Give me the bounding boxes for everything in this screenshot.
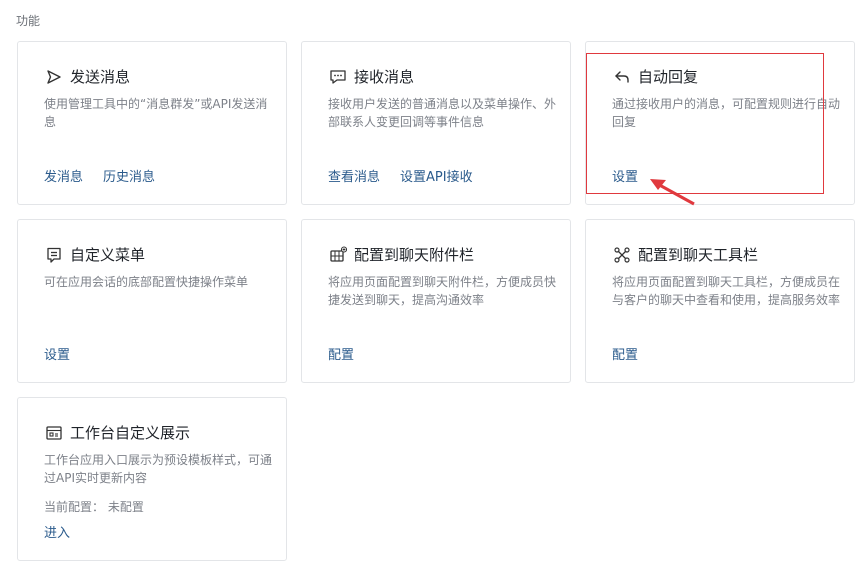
card-description: 将应用页面配置到聊天附件栏，方便成员快捷发送到聊天，提高沟通效率 <box>328 275 557 307</box>
menu-icon <box>44 245 64 265</box>
card-description: 使用管理工具中的“消息群发”或API发送消息 <box>44 97 268 129</box>
workbench-enter-link[interactable]: 进入 <box>44 522 70 541</box>
message-history-link[interactable]: 历史消息 <box>103 166 155 185</box>
card-custom-menu: 自定义菜单 可在应用会话的底部配置快捷操作菜单 设置 <box>17 219 287 383</box>
card-title: 发送消息 <box>70 68 131 86</box>
highlight-box <box>586 53 824 194</box>
card-send-message: 发送消息 使用管理工具中的“消息群发”或API发送消息 发消息 历史消息 <box>17 41 287 205</box>
card-title: 配置到聊天附件栏 <box>354 246 475 264</box>
card-title: 配置到聊天工具栏 <box>638 246 759 264</box>
custom-menu-settings-link[interactable]: 设置 <box>44 344 70 363</box>
workbench-icon <box>44 423 64 443</box>
card-description: 工作台应用入口展示为预设模板样式，可通过API实时更新内容 <box>44 453 273 485</box>
card-workbench-custom-display: 工作台自定义展示 工作台应用入口展示为预设模板样式，可通过API实时更新内容 当… <box>17 397 287 561</box>
card-description: 将应用页面配置到聊天工具栏，方便成员在与客户的聊天中查看和使用，提高服务效率 <box>612 275 841 307</box>
set-api-receive-link[interactable]: 设置API接收 <box>400 166 473 185</box>
toolbar-icon <box>612 245 632 265</box>
card-title: 自定义菜单 <box>70 246 146 264</box>
toolbar-configure-link[interactable]: 配置 <box>612 344 638 363</box>
card-receive-message: 接收消息 接收用户发送的普通消息以及菜单操作、外部联系人变更回调等事件信息 查看… <box>301 41 571 205</box>
send-message-link[interactable]: 发消息 <box>44 166 83 185</box>
card-title: 工作台自定义展示 <box>70 424 191 442</box>
annotation-arrow-icon <box>650 179 695 206</box>
card-chat-attachment-bar: 配置到聊天附件栏 将应用页面配置到聊天附件栏，方便成员快捷发送到聊天，提高沟通效… <box>301 219 571 383</box>
section-title: 功能 <box>16 14 41 28</box>
card-title: 接收消息 <box>354 68 415 86</box>
card-description: 接收用户发送的普通消息以及菜单操作、外部联系人变更回调等事件信息 <box>328 97 557 129</box>
attachment-grid-icon <box>328 245 348 265</box>
card-chat-toolbar: 配置到聊天工具栏 将应用页面配置到聊天工具栏，方便成员在与客户的聊天中查看和使用… <box>585 219 855 383</box>
view-messages-link[interactable]: 查看消息 <box>328 166 380 185</box>
send-icon <box>44 67 64 87</box>
chat-bubble-icon <box>328 67 348 87</box>
current-config-status: 当前配置： 未配置 <box>44 500 144 514</box>
card-description: 可在应用会话的底部配置快捷操作菜单 <box>44 275 249 289</box>
attachment-bar-configure-link[interactable]: 配置 <box>328 344 354 363</box>
